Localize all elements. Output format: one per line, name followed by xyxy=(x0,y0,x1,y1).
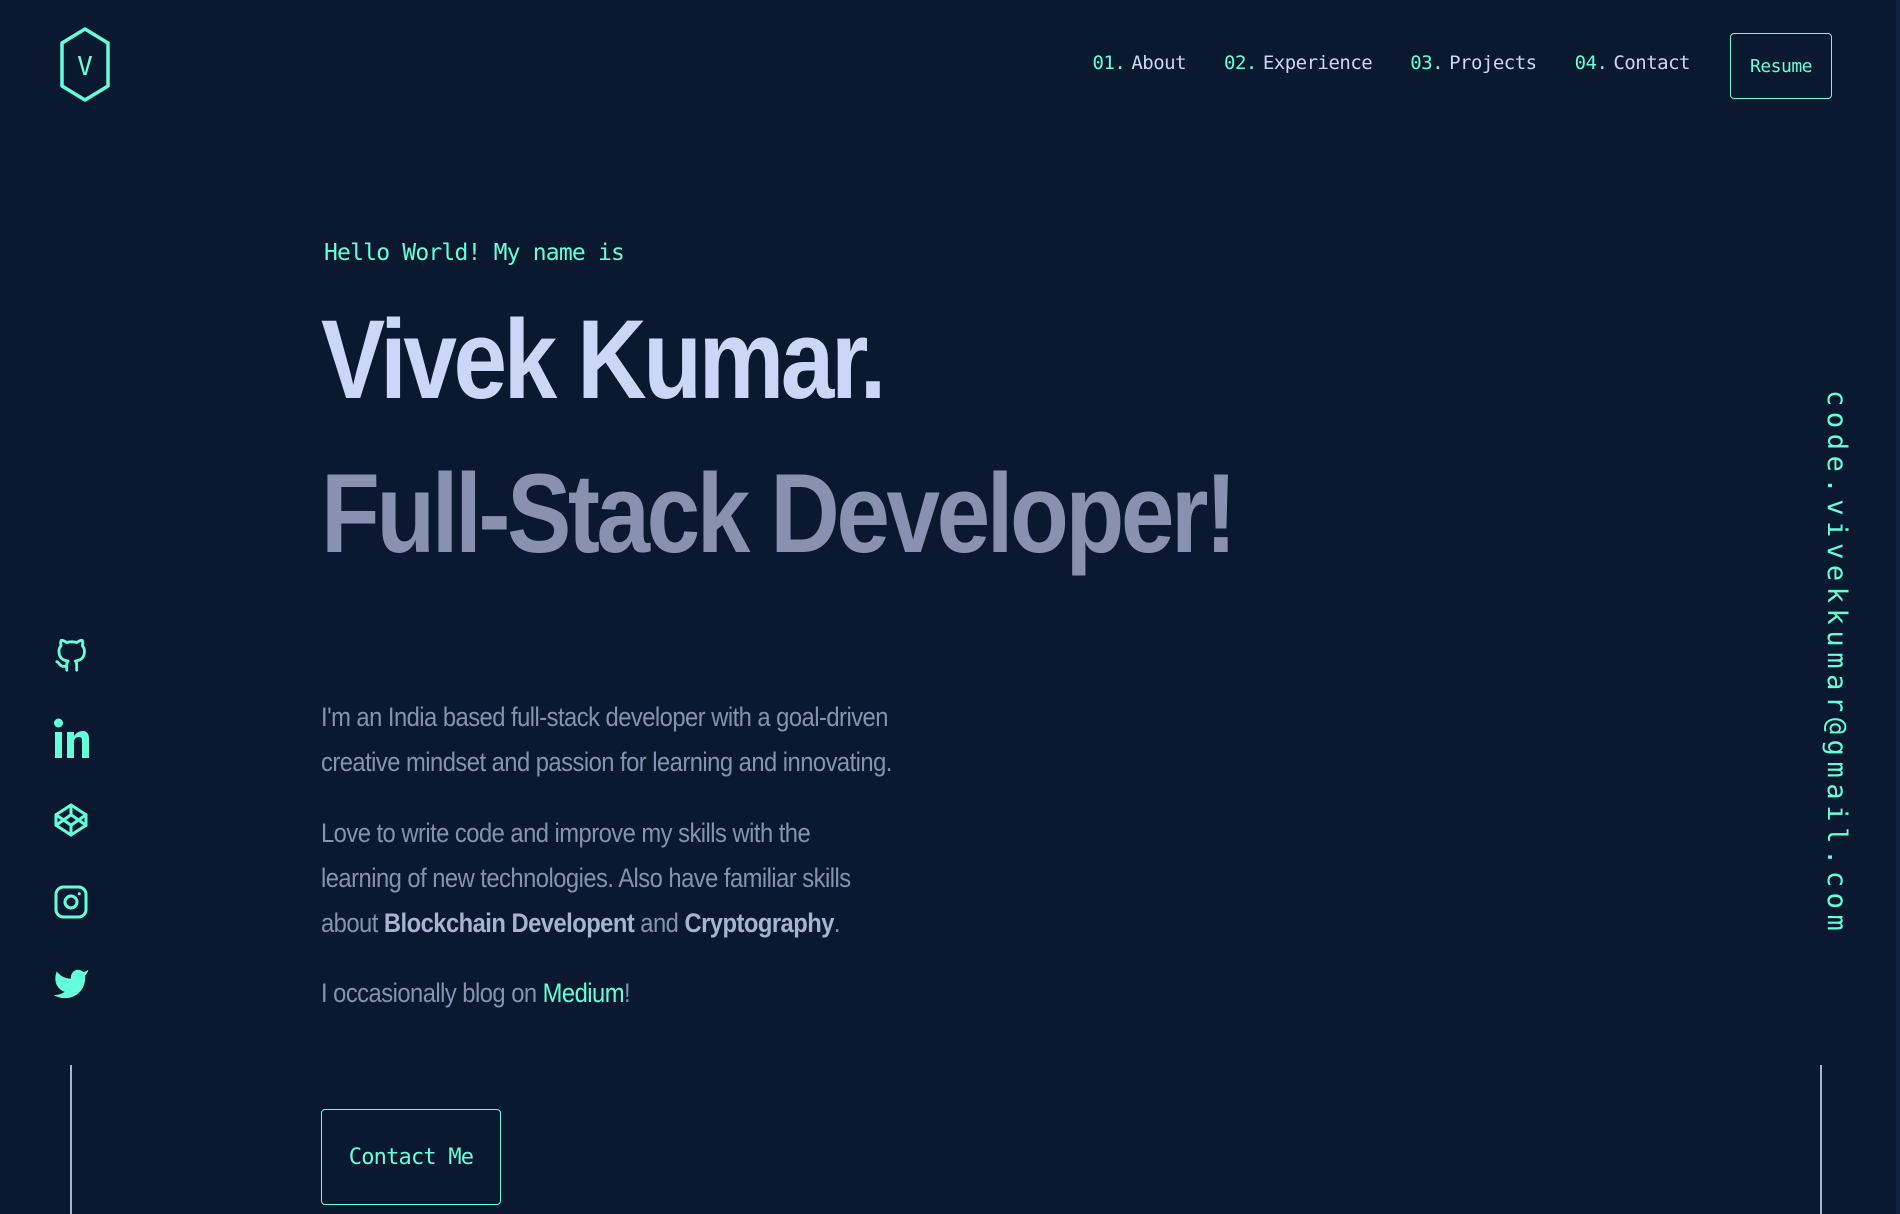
left-vertical-line xyxy=(70,1065,72,1214)
skill-cryptography: Cryptography xyxy=(684,908,834,938)
hexagon-logo-icon: V xyxy=(60,27,110,102)
nav-item-experience[interactable]: 02. Experience xyxy=(1224,52,1373,74)
nav-number: 01. xyxy=(1092,52,1126,74)
intro-paragraph: I'm an India based full-stack developer … xyxy=(321,702,892,777)
github-icon[interactable] xyxy=(50,634,92,678)
scrollbar[interactable] xyxy=(1896,0,1900,1214)
email-link[interactable]: code.vivekkumar@gmail.com xyxy=(1821,390,1852,936)
skills-text: . xyxy=(833,908,841,938)
main-nav: 01. About 02. Experience 03. Projects 04. Co… xyxy=(1093,52,1691,74)
logo[interactable]: V xyxy=(58,26,112,104)
skill-blockchain: Blockchain Developent xyxy=(383,908,635,938)
nav-label: About xyxy=(1131,52,1187,74)
linkedin-icon[interactable] xyxy=(50,716,92,760)
nav-label: Experience xyxy=(1262,52,1373,74)
skills-paragraph: Love to write code and improve my skills… xyxy=(321,811,893,946)
twitter-icon[interactable] xyxy=(50,962,92,1006)
email-sidebar: code.vivekkumar@gmail.com xyxy=(1820,390,1860,1010)
instagram-icon[interactable] xyxy=(50,880,92,924)
nav-label: Projects xyxy=(1449,52,1537,74)
logo-letter: V xyxy=(77,52,93,82)
nav-item-about[interactable]: 01. About xyxy=(1093,52,1187,74)
nav-number: 04. xyxy=(1574,52,1608,74)
codepen-icon[interactable] xyxy=(50,798,92,842)
nav-number: 02. xyxy=(1224,52,1257,74)
resume-button[interactable]: Resume xyxy=(1730,33,1832,99)
nav-item-projects[interactable]: 03. Projects xyxy=(1410,52,1537,74)
medium-link[interactable]: Medium xyxy=(543,978,625,1008)
contact-me-button[interactable]: Contact Me xyxy=(321,1109,501,1205)
blog-text: I occasionally blog on xyxy=(321,978,543,1008)
nav-number: 03. xyxy=(1410,52,1444,74)
nav-item-contact[interactable]: 04. Contact xyxy=(1574,52,1691,74)
skills-text: and xyxy=(634,908,685,938)
right-vertical-line xyxy=(1820,1065,1822,1214)
nav-label: Contact xyxy=(1613,52,1690,74)
blog-text: ! xyxy=(623,978,631,1008)
hero-role: Full-Stack Developer! xyxy=(321,451,1237,576)
hero-greeting: Hello World! My name is xyxy=(324,240,625,266)
blog-paragraph: I occasionally blog on Medium! xyxy=(321,971,893,1016)
hero-name: Vivek Kumar. xyxy=(321,297,886,422)
